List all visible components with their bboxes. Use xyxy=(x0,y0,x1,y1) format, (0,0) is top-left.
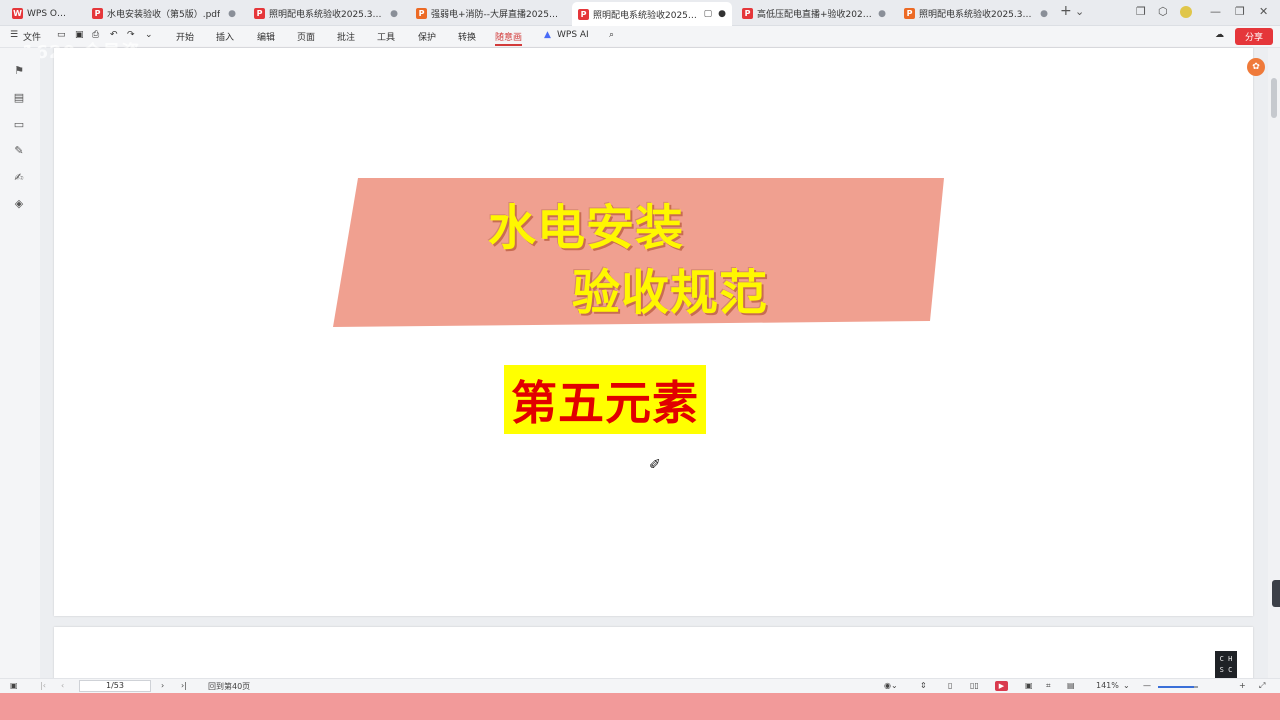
minimize-icon[interactable]: — xyxy=(1210,5,1221,18)
corner-badge-line: S C xyxy=(1219,666,1233,674)
fullscreen-icon[interactable]: ⤢ xyxy=(1259,681,1265,691)
next-page-icon[interactable]: › xyxy=(161,681,164,690)
restore-icon[interactable]: ❐ xyxy=(1235,5,1245,18)
menu-tools[interactable]: 工具 xyxy=(377,30,395,43)
tab-document[interactable]: P 高低压配电直播+验收2024.11.22 ● xyxy=(736,3,892,24)
side-panel-handle[interactable] xyxy=(1272,580,1280,607)
scrollbar-thumb[interactable] xyxy=(1271,78,1277,118)
left-sidebar: ⚑ ▤ ▭ ✎ ✍ ◈ xyxy=(0,48,40,678)
menu-insert[interactable]: 插入 xyxy=(216,30,234,43)
zoom-out-icon[interactable]: — xyxy=(1143,681,1151,690)
ppt-file-icon: P xyxy=(416,8,427,19)
close-window-icon[interactable]: ✕ xyxy=(1259,5,1268,18)
screenshot-icon[interactable]: ⌗ xyxy=(1046,681,1051,691)
first-page-icon[interactable]: |‹ xyxy=(40,681,46,690)
pdf-file-icon: P xyxy=(92,8,103,19)
attachment-icon[interactable]: ✎ xyxy=(12,144,26,158)
document-page xyxy=(54,48,1253,616)
tab-label: WPS Office xyxy=(27,8,74,19)
reading-mode-icon[interactable]: ▣ xyxy=(1025,681,1033,690)
tab-document[interactable]: P 照明配电系统验收2025.3.8.pdf ● xyxy=(248,3,404,24)
bookmark-icon[interactable]: ⚑ xyxy=(12,64,26,78)
eye-icon[interactable]: ◉⌄ xyxy=(884,681,898,690)
tab-wps-home[interactable]: W WPS Office xyxy=(6,3,80,24)
menu-bar: ☰ 文件 ▭ ▣ ⎙ ↶ ↷ ⌄ 开始 插入 编辑 页面 批注 工具 保护 转换… xyxy=(0,26,1280,48)
search-icon[interactable]: ⌕ xyxy=(609,30,614,40)
close-tab-icon[interactable]: ● xyxy=(384,9,398,19)
tab-label: 高低压配电直播+验收2024.11.22 xyxy=(757,10,872,20)
close-tab-icon[interactable]: ● xyxy=(1034,9,1048,19)
menu-start[interactable]: 开始 xyxy=(176,30,194,43)
subtitle-badge: 第五元素 xyxy=(504,365,706,434)
pdf-file-icon: P xyxy=(578,8,589,20)
zoom-level[interactable]: 141% xyxy=(1096,681,1119,690)
avatar[interactable] xyxy=(1180,6,1192,18)
play-icon[interactable]: ▶ xyxy=(995,681,1008,691)
hamburger-icon[interactable]: ☰ xyxy=(10,30,18,40)
page-number-input[interactable]: 1/53 xyxy=(79,680,151,692)
unsaved-dot-icon[interactable]: ● xyxy=(712,9,726,19)
last-page-icon[interactable]: ›| xyxy=(181,681,187,690)
zoom-slider-fill xyxy=(1158,686,1194,688)
tab-label: 照明配电系统验收2025.3.8.pdf xyxy=(269,10,384,20)
slide-subtitle: 第五元素 xyxy=(511,375,699,430)
double-page-icon[interactable]: ▯▯ xyxy=(970,681,979,690)
ppt-file-icon: P xyxy=(904,8,915,19)
comments-icon[interactable]: ▭ xyxy=(12,118,26,132)
share-label: 分享 xyxy=(1244,33,1263,43)
fit-page-icon[interactable]: ⇕ xyxy=(920,681,927,690)
pdf-file-icon: P xyxy=(742,8,753,19)
wps-logo-icon: W xyxy=(12,8,23,19)
prev-page-icon[interactable]: ‹ xyxy=(61,681,64,690)
corner-badge-line: C H xyxy=(1219,655,1233,663)
tab-list-chevron-icon[interactable]: ⌄ xyxy=(1075,5,1084,18)
tab-label: 强弱电+消防--大屏直播2025年3月2 xyxy=(431,10,560,20)
signature-icon[interactable]: ✍ xyxy=(12,171,26,185)
status-bar: ▣ |‹ ‹ 1/53 › ›| 回到第40页 ◉⌄ ⇕ ▯ ▯▯ ▶ ▣ ⌗ … xyxy=(0,678,1280,693)
window-layout-icon[interactable]: ❐ xyxy=(1136,5,1146,18)
share-button[interactable]: 分享 xyxy=(1235,28,1273,45)
close-tab-icon[interactable]: ● xyxy=(222,9,236,19)
cube-icon[interactable]: ⬡ xyxy=(1158,5,1168,18)
thumbnails-icon[interactable]: ▤ xyxy=(12,91,26,105)
more-chevron-icon[interactable]: ⌄ xyxy=(145,30,153,40)
tab-document-active[interactable]: P 照明配电系统验收2025.3.8(1 ▢ ● xyxy=(572,2,732,26)
menu-convert[interactable]: 转换 xyxy=(458,30,476,43)
slide-title-line2: 验收规范 xyxy=(572,265,769,321)
wps-ai-icon: ▲ xyxy=(544,30,551,40)
cloud-sync-icon[interactable]: ☁ xyxy=(1215,30,1224,40)
sidebar-toggle-icon[interactable]: ▣ xyxy=(10,681,18,690)
layers-icon[interactable]: ◈ xyxy=(12,197,26,211)
tab-label: 水电安装验收（第5版）.pdf xyxy=(107,10,221,20)
close-tab-icon[interactable]: ● xyxy=(872,9,886,19)
menu-protect[interactable]: 保护 xyxy=(418,30,436,43)
slide-title-line1: 水电安装 xyxy=(488,200,685,256)
menu-page[interactable]: 页面 xyxy=(297,30,315,43)
tab-document[interactable]: P 水电安装验收（第5版）.pdf ● xyxy=(86,3,242,24)
menu-wps-ai[interactable]: WPS AI xyxy=(557,30,589,40)
zoom-chevron-icon[interactable]: ⌄ xyxy=(1123,681,1130,690)
bottom-band xyxy=(0,693,1280,720)
ai-assistant-icon[interactable]: ✿ xyxy=(1247,58,1265,76)
tab-document[interactable]: P 照明配电系统验收2025.3.8.pptx ● xyxy=(898,3,1054,24)
zoom-in-icon[interactable]: + xyxy=(1239,681,1246,690)
tab-bar: W WPS Office P 水电安装验收（第5版）.pdf ● P 照明配电系… xyxy=(0,0,1280,26)
pdf-file-icon: P xyxy=(254,8,265,19)
new-tab-icon[interactable]: + xyxy=(1060,3,1072,19)
pen-cursor-icon: ✐ xyxy=(649,457,661,473)
tab-document[interactable]: P 强弱电+消防--大屏直播2025年3月2 xyxy=(410,3,566,24)
menu-freehand[interactable]: 随意画 xyxy=(495,30,523,46)
menu-edit[interactable]: 编辑 xyxy=(257,30,275,43)
comment-icon[interactable]: ▢ xyxy=(698,9,713,19)
eye-protect-icon[interactable]: ▤ xyxy=(1067,681,1075,690)
go-to-page-link[interactable]: 回到第40页 xyxy=(208,681,250,692)
tab-label: 照明配电系统验收2025.3.8.pptx xyxy=(919,10,1034,20)
menu-annotate[interactable]: 批注 xyxy=(337,30,355,43)
single-page-icon[interactable]: ▯ xyxy=(948,681,952,690)
tab-label: 照明配电系统验收2025.3.8(1 xyxy=(593,10,698,21)
